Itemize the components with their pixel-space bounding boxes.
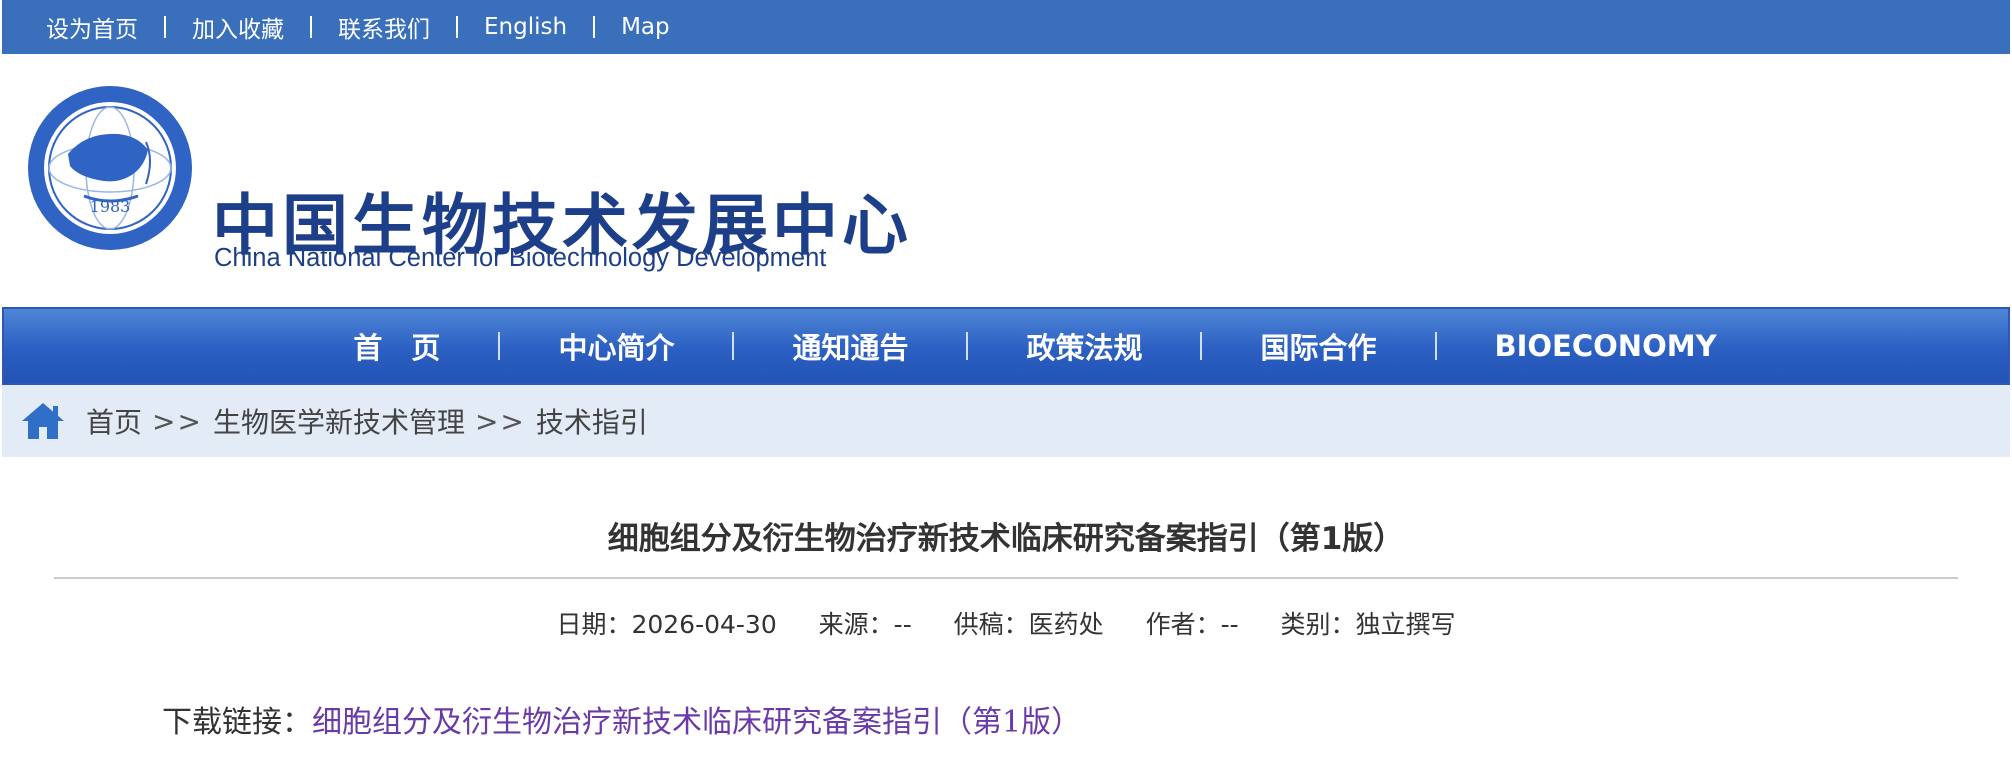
provider-value: 医药处 xyxy=(1028,610,1104,639)
title-divider xyxy=(54,577,1958,579)
download-link[interactable]: 细胞组分及衍生物治疗新技术临床研究备案指引（第1版） xyxy=(312,705,1081,740)
main-navigation: 首 页 中心简介 通知通告 政策法规 国际合作 BIOECONOMY xyxy=(2,307,2010,385)
nav-item-bioeconomy[interactable]: BIOECONOMY xyxy=(1491,329,1721,363)
category-label: 类别： xyxy=(1280,610,1356,639)
source-label: 来源： xyxy=(818,610,894,639)
nav-divider xyxy=(498,332,501,360)
article-meta: 日期：2026-04-30 来源：-- 供稿：医药处 作者：-- 类别：独立撰写 xyxy=(54,605,1958,641)
author-value: -- xyxy=(1220,610,1239,639)
svg-text:1983: 1983 xyxy=(90,197,131,216)
divider xyxy=(164,16,166,38)
nav-item-policies[interactable]: 政策法规 xyxy=(1022,325,1146,367)
site-header: 1983 中国生物技术发展中心 China National Center fo… xyxy=(2,54,2010,307)
breadcrumb-separator: >> xyxy=(474,404,526,438)
nav-divider xyxy=(1434,332,1437,360)
add-favorite-link[interactable]: 加入收藏 xyxy=(192,10,284,44)
article: 细胞组分及衍生物治疗新技术临床研究备案指引（第1版） 日期：2026-04-30… xyxy=(2,457,2010,741)
divider xyxy=(593,16,596,38)
breadcrumb-section[interactable]: 生物医学新技术管理 xyxy=(213,401,465,441)
nav-divider xyxy=(732,332,735,360)
date-value: 2026-04-30 xyxy=(631,610,777,639)
top-utility-bar: 设为首页 加入收藏 联系我们 English Map xyxy=(2,0,2010,54)
download-row: 下载链接：细胞组分及衍生物治疗新技术临床研究备案指引（第1版） xyxy=(54,697,1958,741)
nav-item-home[interactable]: 首 页 xyxy=(349,325,444,367)
nav-item-about[interactable]: 中心简介 xyxy=(554,325,678,367)
provider-label: 供稿： xyxy=(953,610,1029,639)
nav-item-international[interactable]: 国际合作 xyxy=(1256,325,1380,367)
article-title: 细胞组分及衍生物治疗新技术临床研究备案指引（第1版） xyxy=(607,521,1405,557)
breadcrumb: 首页 >> 生物医学新技术管理 >> 技术指引 xyxy=(2,385,2010,457)
divider xyxy=(310,16,312,38)
contact-us-link[interactable]: 联系我们 xyxy=(338,10,430,44)
breadcrumb-home[interactable]: 首页 xyxy=(86,401,142,441)
category-value: 独立撰写 xyxy=(1355,610,1456,639)
breadcrumb-separator: >> xyxy=(152,404,203,438)
source-value: -- xyxy=(893,610,912,639)
english-link[interactable]: English xyxy=(484,14,567,40)
page: 设为首页 加入收藏 联系我们 English Map 1983 中国生物技术发展… xyxy=(2,0,2010,741)
date-label: 日期： xyxy=(556,610,632,639)
home-icon[interactable] xyxy=(20,401,66,441)
nav-divider xyxy=(1200,332,1203,360)
divider xyxy=(456,16,458,38)
organization-seal-logo[interactable]: 1983 xyxy=(26,84,194,252)
breadcrumb-current[interactable]: 技术指引 xyxy=(536,401,648,441)
download-label: 下载链接： xyxy=(162,705,312,740)
nav-divider xyxy=(966,332,969,360)
nav-item-notices[interactable]: 通知通告 xyxy=(788,325,912,367)
author-label: 作者： xyxy=(1145,610,1221,639)
set-homepage-link[interactable]: 设为首页 xyxy=(46,10,138,44)
organization-name-en: China National Center for Biotechnology … xyxy=(214,244,827,272)
sitemap-link[interactable]: Map xyxy=(621,14,670,40)
